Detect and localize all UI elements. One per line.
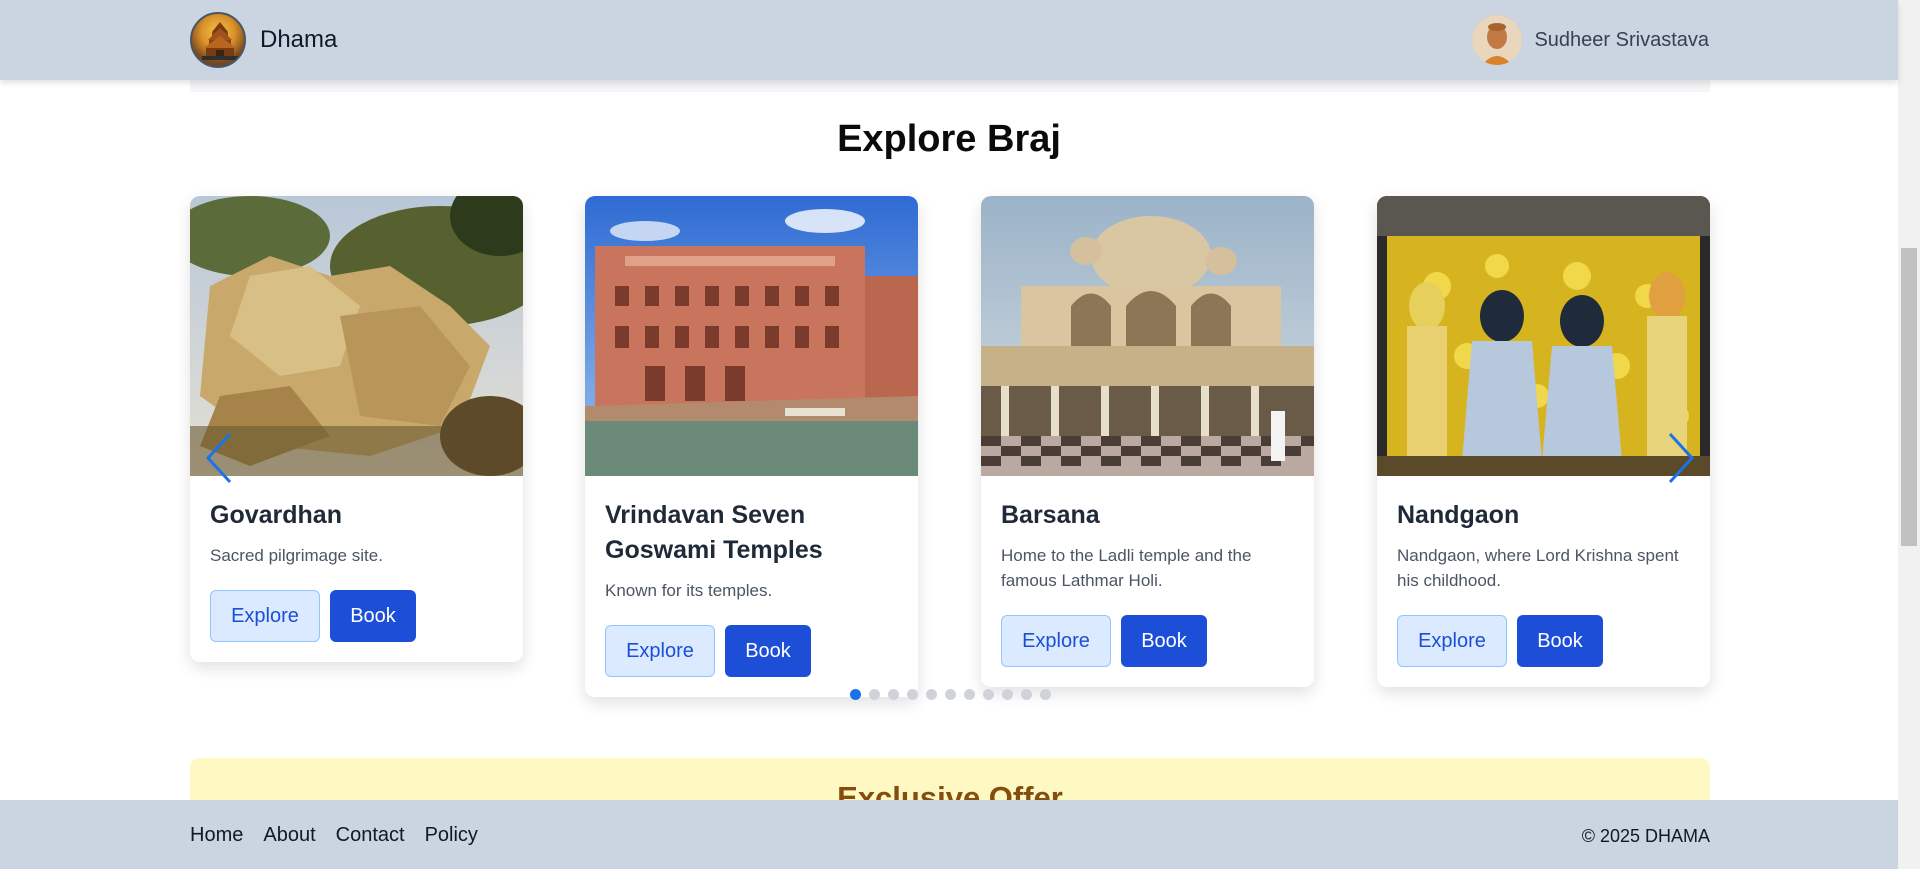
brand-name: Dhama bbox=[260, 26, 338, 53]
explore-button[interactable]: Explore bbox=[1001, 615, 1111, 667]
top-navbar: Dhama Sudheer Srivastava bbox=[0, 0, 1898, 80]
ghat-palace-photo bbox=[585, 196, 918, 476]
footer: Home About Contact Policy © 2025 DHAMA bbox=[0, 800, 1898, 869]
card-title: Govardhan bbox=[210, 501, 342, 529]
place-card: Vrindavan Seven Goswami Temples Known fo… bbox=[585, 196, 918, 697]
card-description: Home to the Ladli temple and the famous … bbox=[1001, 546, 1252, 590]
copyright: © 2025 DHAMA bbox=[1581, 826, 1710, 846]
book-button[interactable]: Book bbox=[1121, 615, 1207, 667]
place-card: Barsana Home to the Ladli temple and the… bbox=[981, 196, 1314, 687]
carousel-dot[interactable] bbox=[1020, 689, 1032, 700]
places-carousel: Govardhan Sacred pilgrimage site. Explor… bbox=[190, 196, 1710, 716]
brand-link[interactable]: Dhama bbox=[190, 12, 337, 68]
chevron-right-icon[interactable] bbox=[1660, 428, 1700, 488]
carousel-pagination bbox=[190, 689, 1710, 700]
user-avatar bbox=[1472, 15, 1523, 65]
temple-logo-icon bbox=[190, 12, 246, 68]
book-button[interactable]: Book bbox=[330, 590, 416, 642]
card-title: Nandgaon bbox=[1397, 501, 1520, 529]
card-title: Vrindavan Seven Goswami Temples bbox=[605, 501, 823, 564]
user-name: Sudheer Srivastava bbox=[1534, 28, 1709, 51]
explore-button[interactable]: Explore bbox=[210, 590, 320, 642]
footer-link-contact[interactable]: Contact bbox=[336, 824, 405, 847]
carousel-dot[interactable] bbox=[868, 689, 880, 700]
carousel-dot[interactable] bbox=[1039, 689, 1051, 700]
card-title: Barsana bbox=[1001, 501, 1100, 529]
explore-button[interactable]: Explore bbox=[605, 625, 715, 677]
carousel-dot[interactable] bbox=[849, 689, 861, 700]
footer-link-policy[interactable]: Policy bbox=[425, 824, 478, 847]
card-description: Sacred pilgrimage site. bbox=[210, 546, 383, 565]
carousel-dot[interactable] bbox=[944, 689, 956, 700]
chevron-left-icon[interactable] bbox=[200, 428, 240, 488]
user-menu[interactable]: Sudheer Srivastava bbox=[1472, 15, 1709, 65]
section-title: Explore Braj bbox=[837, 118, 1061, 160]
carousel-dot[interactable] bbox=[1001, 689, 1013, 700]
carousel-dot[interactable] bbox=[925, 689, 937, 700]
book-button[interactable]: Book bbox=[1517, 615, 1603, 667]
carousel-dot[interactable] bbox=[887, 689, 899, 700]
book-button[interactable]: Book bbox=[725, 625, 811, 677]
card-description: Nandgaon, where Lord Krishna spent his c… bbox=[1397, 546, 1679, 590]
explore-button[interactable]: Explore bbox=[1397, 615, 1507, 667]
footer-link-home[interactable]: Home bbox=[190, 824, 243, 847]
carousel-dot[interactable] bbox=[982, 689, 994, 700]
page-scrollbar[interactable] bbox=[1898, 0, 1920, 869]
footer-link-about[interactable]: About bbox=[263, 824, 315, 847]
footer-nav: Home About Contact Policy bbox=[190, 824, 498, 847]
carousel-dot[interactable] bbox=[906, 689, 918, 700]
scrollbar-thumb[interactable] bbox=[1901, 248, 1917, 546]
carousel-dot[interactable] bbox=[963, 689, 975, 700]
section-band bbox=[190, 80, 1710, 92]
card-description: Known for its temples. bbox=[605, 581, 773, 600]
temple-courtyard-photo bbox=[981, 196, 1314, 476]
